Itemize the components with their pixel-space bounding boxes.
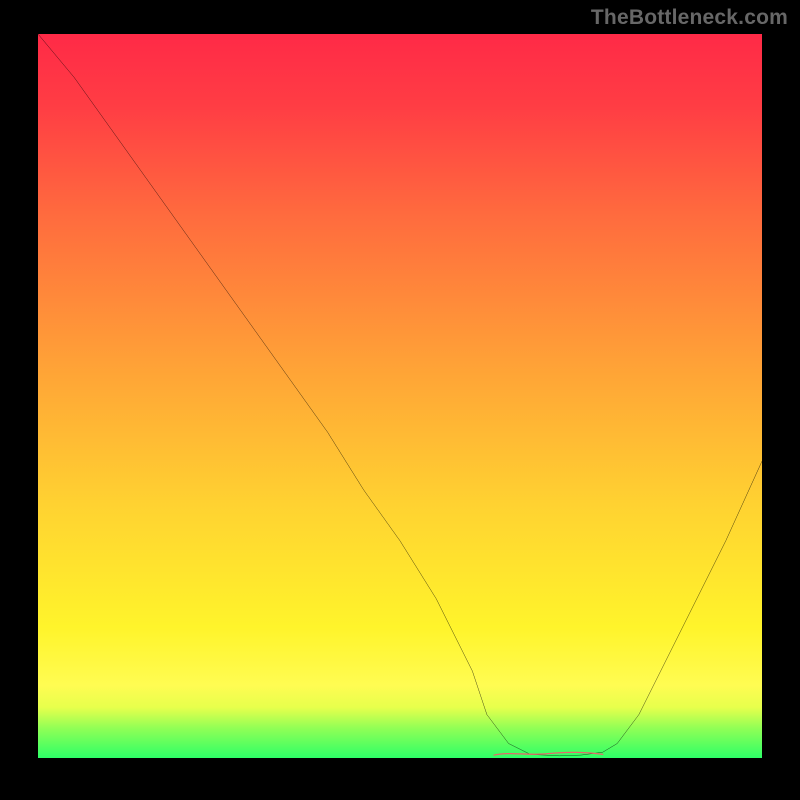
sweet-spot-band <box>494 752 603 755</box>
curve-layer <box>38 34 762 758</box>
chart-frame: TheBottleneck.com <box>0 0 800 800</box>
plot-area <box>38 34 762 758</box>
bottleneck-curve <box>38 34 762 756</box>
watermark-text: TheBottleneck.com <box>591 6 788 30</box>
